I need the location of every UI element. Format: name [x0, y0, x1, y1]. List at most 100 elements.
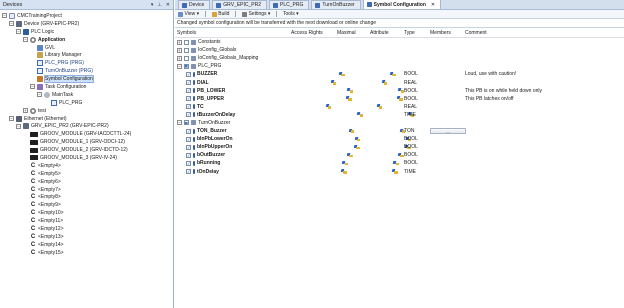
access-rights-icon[interactable]	[339, 71, 345, 77]
symbol-checkbox[interactable]: ✓	[186, 88, 191, 94]
symbol-checkbox[interactable]: ✓	[186, 128, 191, 134]
symbol-checkbox[interactable]	[184, 63, 189, 69]
collapse-icon[interactable]: −	[37, 92, 42, 98]
symbol-row[interactable]: ✓ TC REAL	[175, 103, 624, 111]
tree-item[interactable]: PLC_PRG	[0, 99, 173, 107]
collapse-icon[interactable]: −	[177, 63, 182, 69]
panel-close-icon[interactable]: ✕	[166, 2, 170, 8]
tree-item[interactable]: C <Empty15>	[0, 249, 173, 257]
symbol-checkbox[interactable]: ✓	[186, 169, 191, 175]
tools-button[interactable]: Tools ▾	[283, 11, 299, 17]
tab-device[interactable]: Device	[178, 0, 211, 9]
symbol-row[interactable]: ✓ PB_LOWER BOOL This PB is on while held do…	[175, 87, 624, 95]
collapse-icon[interactable]: −	[30, 84, 35, 90]
tree-item[interactable]: C <Empty9>	[0, 201, 173, 209]
expand-icon[interactable]: +	[23, 108, 28, 114]
tree-item[interactable]: GROOV_MODULE_1 (GRV-ODCI-12)	[0, 138, 173, 146]
symbol-row[interactable]: ✓ TON_Buzzer TON...	[175, 127, 624, 135]
symbol-row[interactable]: ✓ PB_UPPER BOOL This PB latches on/off	[175, 95, 624, 103]
access-rights-icon[interactable]	[341, 169, 347, 175]
header-access-rights[interactable]: Access Rights	[291, 30, 323, 36]
access-rights-icon[interactable]	[349, 128, 355, 134]
symbol-checkbox[interactable]	[184, 120, 189, 126]
symbol-row[interactable]: ✓ tBuzzerOnDelay TIME	[175, 111, 624, 119]
tree-item[interactable]: − CMCTrainingProject	[0, 12, 173, 20]
header-comment[interactable]: Comment	[465, 30, 487, 36]
symbol-row[interactable]: ✓ tOnDelay TIME	[175, 168, 624, 176]
symbol-checkbox[interactable]: ✓	[186, 136, 191, 142]
access-rights-icon[interactable]	[331, 80, 337, 86]
symbol-checkbox[interactable]: ✓	[186, 112, 191, 118]
symbol-checkbox[interactable]: ✓	[186, 71, 191, 77]
symbol-row[interactable]: + IoConfig_Globals_Mapping	[175, 54, 624, 62]
tree-item[interactable]: C <Empty12>	[0, 225, 173, 233]
symbol-row[interactable]: + IoConfig_Globals	[175, 46, 624, 54]
tree-item[interactable]: C <Empty4>	[0, 162, 173, 170]
symbol-row[interactable]: ✓ BUZZER BOOL Loud, use with caution!	[175, 70, 624, 78]
tree-item[interactable]: C <Empty10>	[0, 209, 173, 217]
symbol-row[interactable]: − PLC_PRG	[175, 62, 624, 70]
tree-item[interactable]: Library Manager	[0, 51, 173, 59]
tab-plc-prg[interactable]: PLC_PRG	[269, 0, 310, 9]
symbol-row[interactable]: ✓ bRunning BOOL	[175, 159, 624, 167]
access-rights-icon[interactable]	[326, 104, 332, 110]
tree-item[interactable]: C <Empty11>	[0, 217, 173, 225]
collapse-icon[interactable]: −	[177, 120, 182, 126]
collapse-icon[interactable]: −	[9, 21, 14, 27]
symbol-checkbox[interactable]: ✓	[186, 152, 191, 158]
symbol-row[interactable]: ✓ bInPbUpperOn BOOL	[175, 143, 624, 151]
access-rights-icon[interactable]	[347, 88, 353, 94]
tree-item[interactable]: − MainTask	[0, 91, 173, 99]
collapse-icon[interactable]: −	[2, 13, 7, 19]
tree-item[interactable]: − Ethernet (Ethernet)	[0, 115, 173, 123]
tree-item[interactable]: GROOV_MODULE (GRV-IACDCTTL-24)	[0, 130, 173, 138]
symbol-row[interactable]: ✓ DIAL REAL	[175, 78, 624, 86]
symbol-checkbox[interactable]	[184, 39, 189, 45]
members-button[interactable]: ...	[430, 127, 466, 135]
tree-item[interactable]: TurnOnBuzzer (PRG)	[0, 67, 173, 75]
symbol-row[interactable]: ✓ bOutBuzzer BOOL	[175, 151, 624, 159]
tree-item[interactable]: C <Empty13>	[0, 233, 173, 241]
symbol-row[interactable]: ✓ bInPbLowerOn BOOL	[175, 135, 624, 143]
access-rights-icon[interactable]	[355, 136, 361, 142]
tree-item[interactable]: GVL	[0, 44, 173, 52]
symbol-checkbox[interactable]: ✓	[186, 96, 191, 102]
header-symbols[interactable]: Symbols	[177, 30, 196, 36]
collapse-icon[interactable]: −	[16, 29, 21, 35]
symbol-checkbox[interactable]: ✓	[186, 144, 191, 150]
tree-item[interactable]: + test	[0, 107, 173, 115]
tree-item[interactable]: Symbol Configuration	[0, 75, 173, 84]
tree-item[interactable]: C <Empty8>	[0, 193, 173, 201]
tab-close-icon[interactable]: ✕	[431, 2, 435, 8]
symbol-row[interactable]: + Constants	[175, 38, 624, 46]
header-members[interactable]: Members	[430, 30, 451, 36]
access-rights-icon[interactable]	[347, 152, 353, 158]
panel-dropdown-icon[interactable]: ▾	[151, 2, 154, 8]
build-button[interactable]: Build	[211, 11, 229, 17]
header-type[interactable]: Type	[404, 30, 415, 36]
panel-pin-icon[interactable]: ⊥	[157, 2, 161, 8]
expand-icon[interactable]: +	[177, 39, 182, 45]
header-maximal[interactable]: Maximal	[337, 30, 356, 36]
access-rights-icon[interactable]	[357, 112, 363, 118]
settings-button[interactable]: Settings ▾	[241, 11, 270, 17]
tree-item[interactable]: − Task Configuration	[0, 83, 173, 91]
symbol-checkbox[interactable]: ✓	[186, 160, 191, 166]
symbol-checkbox[interactable]: ✓	[186, 104, 191, 110]
tree-item[interactable]: GROOV_MODULE_3 (GRV-IV-24)	[0, 154, 173, 162]
tree-item[interactable]: C <Empty7>	[0, 186, 173, 194]
tree-item[interactable]: C <Empty6>	[0, 178, 173, 186]
tree-item[interactable]: C <Empty5>	[0, 170, 173, 178]
access-rights-icon[interactable]	[342, 160, 348, 166]
tree-item[interactable]: − Application	[0, 36, 173, 44]
tab-symbol-configuration[interactable]: Symbol Configuration ✕	[362, 0, 442, 9]
symbol-row[interactable]: − TurnOnBuzzer	[175, 119, 624, 127]
tab-turnonbuzzer[interactable]: TurnOnBuzzer	[311, 0, 361, 9]
tree-item[interactable]: PLC_PRG (PRG)	[0, 59, 173, 67]
tree-item[interactable]: GROOV_MODULE_2 (GRV-IDCTD-12)	[0, 146, 173, 154]
collapse-icon[interactable]: −	[23, 37, 28, 43]
tab-grv-epic-pr2[interactable]: GRV_EPIC_PR2	[212, 0, 267, 9]
access-rights-icon[interactable]	[346, 96, 352, 102]
tree-item[interactable]: C <Empty14>	[0, 241, 173, 249]
symbol-checkbox[interactable]: ✓	[186, 80, 191, 86]
